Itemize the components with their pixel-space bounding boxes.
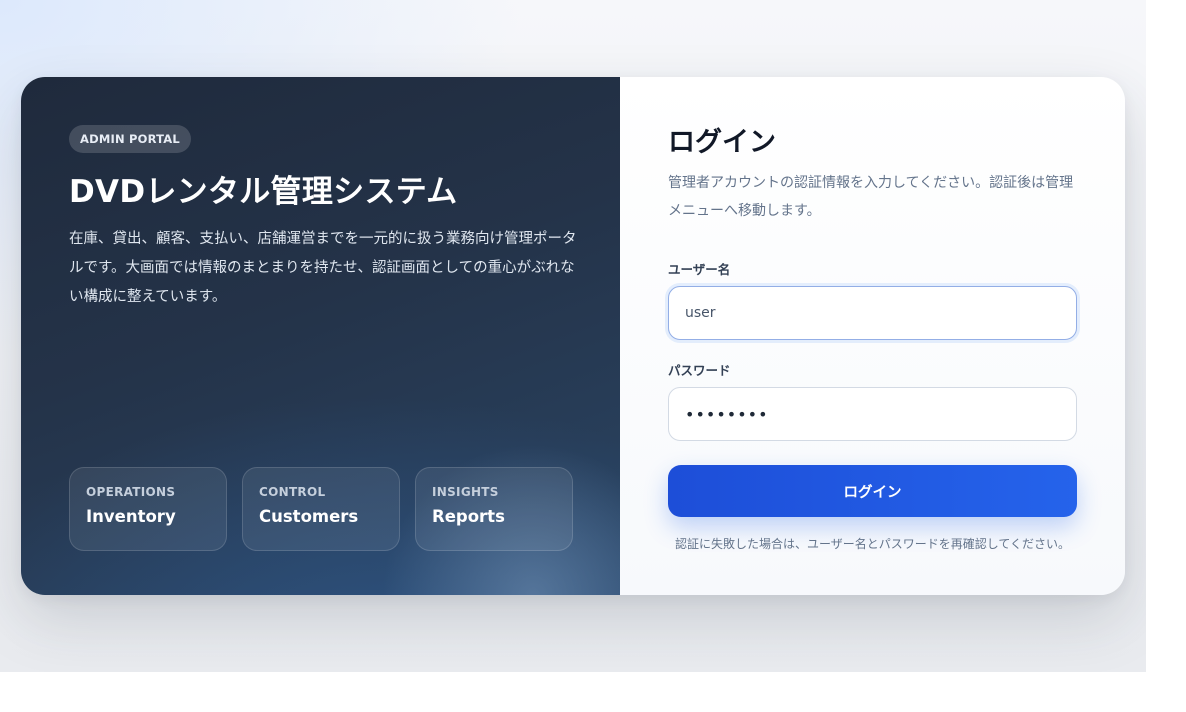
login-hint: 認証に失敗した場合は、ユーザー名とパスワードを再確認してください。 xyxy=(674,537,1071,551)
tile-label: Inventory xyxy=(86,507,176,526)
username-label: ユーザー名 xyxy=(668,262,731,277)
password-input[interactable] xyxy=(668,387,1077,441)
username-input[interactable] xyxy=(668,286,1077,340)
system-title: DVDレンタル管理システム xyxy=(69,174,458,210)
password-label: パスワード xyxy=(668,363,731,378)
tile-label: Customers xyxy=(259,507,359,526)
system-description: 在庫、貸出、顧客、支払い、店舗運営までを一元的に扱う業務向け管理ポータルです。大… xyxy=(69,231,577,305)
login-panel: ログイン 管理者アカウントの認証情報を入力してください。認証後は管理メニューへ移… xyxy=(620,77,1125,595)
tile-kicker: INSIGHTS xyxy=(432,485,499,499)
login-title: ログイン xyxy=(668,127,776,158)
feature-tiles: OPERATIONS Inventory CONTROL Customers I… xyxy=(69,467,573,551)
tile-label: Reports xyxy=(432,507,505,526)
tile-reports: INSIGHTS Reports xyxy=(415,467,573,551)
tile-kicker: CONTROL xyxy=(259,485,326,499)
login-card: ADMIN PORTAL DVDレンタル管理システム 在庫、貸出、顧客、支払い、… xyxy=(21,77,1125,595)
hero-panel: ADMIN PORTAL DVDレンタル管理システム 在庫、貸出、顧客、支払い、… xyxy=(21,77,620,595)
page-background: ADMIN PORTAL DVDレンタル管理システム 在庫、貸出、顧客、支払い、… xyxy=(0,0,1146,672)
login-description: 管理者アカウントの認証情報を入力してください。認証後は管理メニューへ移動します。 xyxy=(668,175,1074,219)
admin-portal-badge: ADMIN PORTAL xyxy=(69,125,191,153)
login-button[interactable]: ログイン xyxy=(668,465,1077,517)
tile-kicker: OPERATIONS xyxy=(86,485,176,499)
login-form: ユーザー名 パスワード ログイン xyxy=(668,259,1078,517)
tile-inventory: OPERATIONS Inventory xyxy=(69,467,227,551)
tile-customers: CONTROL Customers xyxy=(242,467,400,551)
